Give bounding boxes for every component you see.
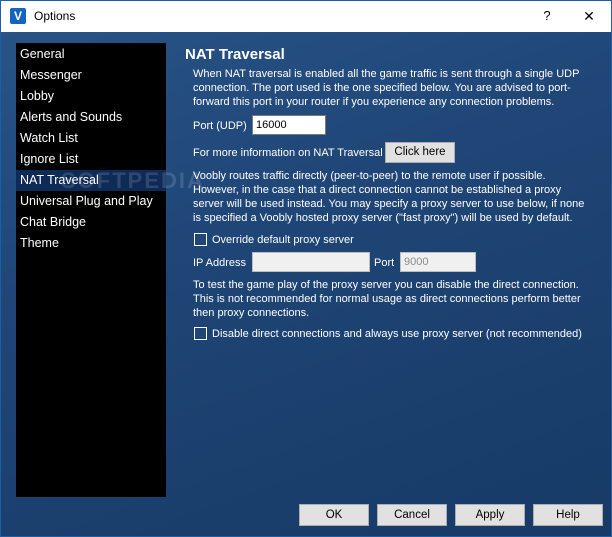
cancel-button[interactable]: Cancel — [377, 504, 447, 526]
disable-direct-checkbox[interactable] — [194, 327, 207, 340]
panel-heading: NAT Traversal — [185, 46, 285, 63]
disable-direct-label: Disable direct connections and always us… — [212, 328, 582, 340]
proxy-port-label: Port — [374, 257, 395, 269]
options-window: V Options ? ✕ General Messenger Lobby Al… — [0, 0, 612, 537]
port-udp-input[interactable]: 16000 — [252, 115, 326, 135]
override-proxy-checkbox[interactable] — [194, 233, 207, 246]
help-button[interactable]: Help — [533, 504, 603, 526]
ip-address-input[interactable] — [252, 252, 370, 272]
apply-button[interactable]: Apply — [455, 504, 525, 526]
override-proxy-label: Override default proxy server — [212, 234, 354, 246]
click-here-button[interactable]: Click here — [385, 142, 455, 163]
proxy-description-text: Voobly routes traffic directly (peer-to-… — [193, 170, 585, 224]
ok-button[interactable]: OK — [299, 504, 369, 526]
proxy-port-input[interactable]: 9000 — [400, 252, 476, 272]
intro-text: When NAT traversal is enabled all the ga… — [193, 68, 580, 108]
nat-traversal-panel: NAT Traversal When NAT traversal is enab… — [1, 1, 611, 536]
port-udp-label: Port (UDP) — [193, 120, 247, 132]
more-info-text: For more information on NAT Traversal — [193, 147, 383, 159]
ip-address-label: IP Address — [193, 257, 246, 269]
test-description-text: To test the game play of the proxy serve… — [193, 279, 581, 319]
